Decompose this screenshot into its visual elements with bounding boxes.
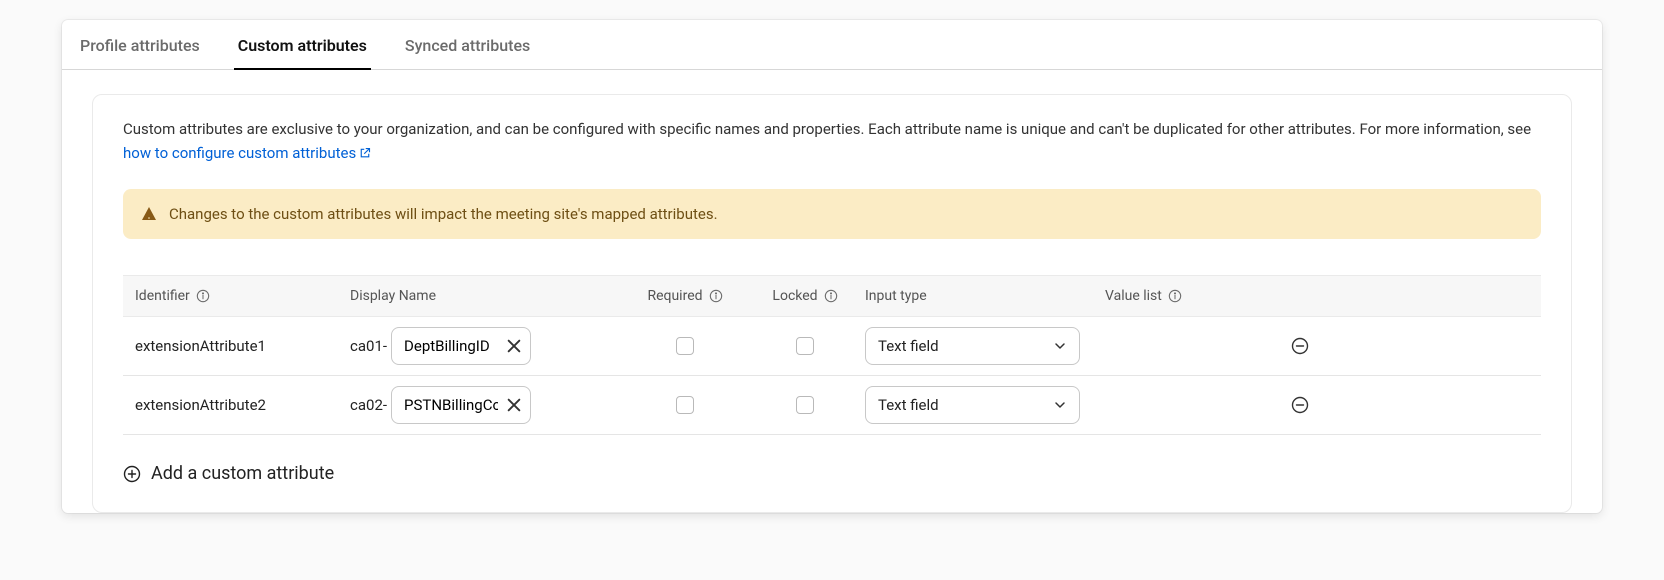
select-value: Text field bbox=[878, 396, 939, 414]
tab-profile-attributes[interactable]: Profile attributes bbox=[76, 20, 204, 69]
input-type-select[interactable]: Text field bbox=[865, 327, 1080, 365]
required-cell bbox=[625, 337, 745, 355]
chevron-down-icon bbox=[1053, 398, 1067, 412]
table-row: extensionAttribute2 ca02- bbox=[123, 376, 1541, 435]
table-header-row: Identifier Display Name Required Locked … bbox=[123, 275, 1541, 317]
input-type-cell: Text field bbox=[865, 386, 1105, 424]
th-required: Required bbox=[625, 288, 745, 304]
th-locked: Locked bbox=[745, 288, 865, 304]
clear-input-button[interactable] bbox=[506, 338, 522, 354]
display-name-input[interactable] bbox=[404, 396, 498, 414]
required-cell bbox=[625, 396, 745, 414]
input-type-cell: Text field bbox=[865, 327, 1105, 365]
table-row: extensionAttribute1 ca01- bbox=[123, 317, 1541, 376]
th-value-list: Value list bbox=[1105, 288, 1275, 304]
tab-synced-attributes[interactable]: Synced attributes bbox=[401, 20, 534, 69]
warning-icon bbox=[141, 206, 157, 222]
info-icon[interactable] bbox=[1168, 289, 1182, 303]
help-link[interactable]: how to configure custom attributes bbox=[123, 144, 371, 162]
input-type-select[interactable]: Text field bbox=[865, 386, 1080, 424]
clear-input-button[interactable] bbox=[506, 397, 522, 413]
th-display-name: Display Name bbox=[350, 288, 625, 304]
tab-bar: Profile attributes Custom attributes Syn… bbox=[62, 20, 1602, 70]
custom-attributes-card: Custom attributes are exclusive to your … bbox=[92, 94, 1572, 513]
th-identifier: Identifier bbox=[135, 288, 350, 304]
remove-icon[interactable] bbox=[1291, 337, 1309, 355]
required-checkbox[interactable] bbox=[676, 396, 694, 414]
display-name-input-wrapper bbox=[391, 386, 531, 424]
add-label: Add a custom attribute bbox=[151, 463, 334, 484]
close-icon bbox=[506, 397, 522, 413]
add-custom-attribute-button[interactable]: Add a custom attribute bbox=[123, 463, 1541, 484]
delete-cell bbox=[1275, 337, 1325, 355]
th-input-type: Input type bbox=[865, 288, 1105, 304]
locked-cell bbox=[745, 337, 865, 355]
locked-checkbox[interactable] bbox=[796, 396, 814, 414]
warning-text: Changes to the custom attributes will im… bbox=[169, 205, 718, 223]
identifier-cell: extensionAttribute1 bbox=[135, 337, 350, 355]
settings-panel: Profile attributes Custom attributes Syn… bbox=[62, 20, 1602, 513]
info-icon[interactable] bbox=[709, 289, 723, 303]
plus-circle-icon bbox=[123, 465, 141, 483]
info-icon[interactable] bbox=[824, 289, 838, 303]
display-name-cell: ca01- bbox=[350, 327, 625, 365]
display-name-input[interactable] bbox=[404, 337, 498, 355]
display-name-prefix: ca01- bbox=[350, 337, 387, 355]
display-name-input-wrapper bbox=[391, 327, 531, 365]
select-value: Text field bbox=[878, 337, 939, 355]
display-name-prefix: ca02- bbox=[350, 396, 387, 414]
external-link-icon bbox=[359, 147, 371, 159]
locked-checkbox[interactable] bbox=[796, 337, 814, 355]
chevron-down-icon bbox=[1053, 339, 1067, 353]
tab-custom-attributes[interactable]: Custom attributes bbox=[234, 20, 371, 69]
warning-banner: Changes to the custom attributes will im… bbox=[123, 189, 1541, 239]
info-icon[interactable] bbox=[196, 289, 210, 303]
remove-icon[interactable] bbox=[1291, 396, 1309, 414]
identifier-cell: extensionAttribute2 bbox=[135, 396, 350, 414]
locked-cell bbox=[745, 396, 865, 414]
display-name-cell: ca02- bbox=[350, 386, 625, 424]
close-icon bbox=[506, 338, 522, 354]
delete-cell bbox=[1275, 396, 1325, 414]
description-text: Custom attributes are exclusive to your … bbox=[123, 117, 1541, 165]
attributes-table: Identifier Display Name Required Locked … bbox=[123, 275, 1541, 435]
required-checkbox[interactable] bbox=[676, 337, 694, 355]
description-span: Custom attributes are exclusive to your … bbox=[123, 120, 1531, 138]
